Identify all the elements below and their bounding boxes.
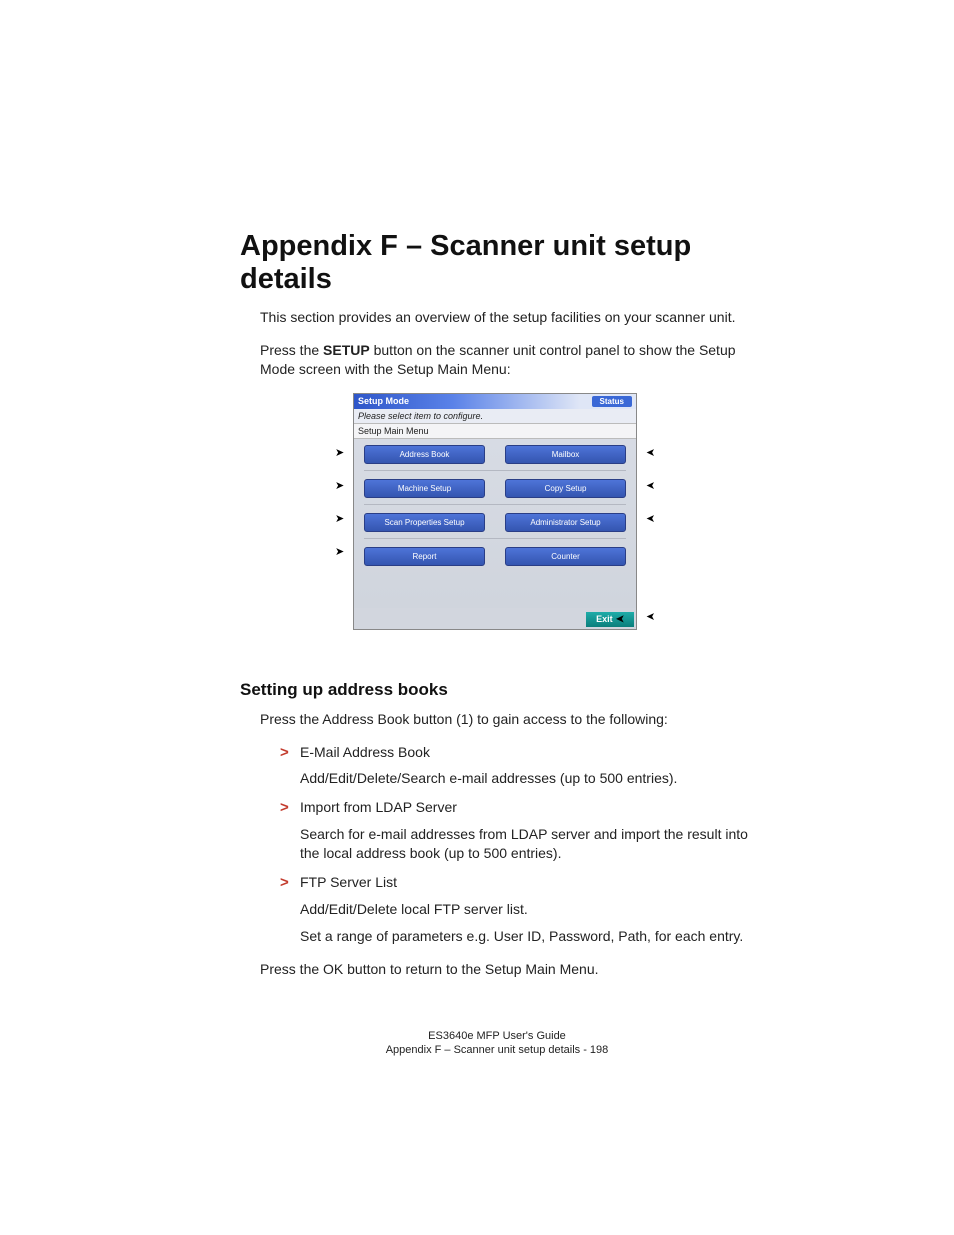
list-item: E-Mail Address Book Add/Edit/Delete/Sear… [300,743,754,789]
panel-menu-label: Setup Main Menu [354,424,636,439]
footer-line-2: Appendix F – Scanner unit setup details … [240,1043,754,1057]
section-heading-address-books: Setting up address books [240,680,754,700]
callout-arrow-right-icon: ➤ [646,514,655,525]
item-desc: Search for e-mail addresses from LDAP se… [300,825,754,863]
item-desc: Add/Edit/Delete/Search e-mail addresses … [300,769,754,788]
panel-titlebar: Setup Mode Status [354,394,636,409]
setup-mode-figure: ➤ ➤ ➤ ➤ ➤ ➤ ➤ ➤ Setup Mode Status Please… [335,393,655,630]
exit-label: Exit [596,614,613,624]
administrator-setup-button[interactable]: Administrator Setup [505,513,626,532]
callout-arrow-right-icon: ➤ [646,612,655,623]
panel-title: Setup Mode [358,396,409,406]
list-item: Import from LDAP Server Search for e-mai… [300,798,754,863]
feature-list: E-Mail Address Book Add/Edit/Delete/Sear… [240,743,754,946]
panel-instruction: Please select item to configure. [354,409,636,424]
callout-arrow-left-icon: ➤ [335,547,344,558]
machine-setup-button[interactable]: Machine Setup [364,479,485,498]
mailbox-button[interactable]: Mailbox [505,445,626,464]
item-title: FTP Server List [300,874,397,890]
section-intro: Press the Address Book button (1) to gai… [260,710,754,729]
item-desc: Add/Edit/Delete local FTP server list. [300,900,754,919]
text-span: Press the [260,342,323,358]
item-desc: Set a range of parameters e.g. User ID, … [300,927,754,946]
status-button[interactable]: Status [592,396,632,407]
callout-arrow-left-icon: ➤ [335,514,344,525]
callout-arrow-left-icon: ➤ [335,481,344,492]
item-title: E-Mail Address Book [300,744,430,760]
callout-arrow-left-icon: ➤ [335,448,344,459]
copy-setup-button[interactable]: Copy Setup [505,479,626,498]
item-title: Import from LDAP Server [300,799,457,815]
callout-arrow-right-icon: ➤ [646,481,655,492]
counter-button[interactable]: Counter [505,547,626,566]
footer-line-1: ES3640e MFP User's Guide [240,1029,754,1043]
intro-paragraph-1: This section provides an overview of the… [260,308,754,327]
report-button[interactable]: Report [364,547,485,566]
intro-paragraph-2: Press the SETUP button on the scanner un… [260,341,754,379]
closing-paragraph: Press the OK button to return to the Set… [260,960,754,979]
scan-properties-setup-button[interactable]: Scan Properties Setup [364,513,485,532]
exit-arrow-icon: ➤ [616,614,624,625]
setup-panel: Setup Mode Status Please select item to … [353,393,637,630]
setup-label-bold: SETUP [323,342,370,358]
exit-button[interactable]: Exit ➤ [586,612,634,627]
callout-arrow-right-icon: ➤ [646,448,655,459]
page-footer: ES3640e MFP User's Guide Appendix F – Sc… [240,1029,754,1058]
list-item: FTP Server List Add/Edit/Delete local FT… [300,873,754,946]
address-book-button[interactable]: Address Book [364,445,485,464]
page-title: Appendix F – Scanner unit setup details [240,230,754,296]
